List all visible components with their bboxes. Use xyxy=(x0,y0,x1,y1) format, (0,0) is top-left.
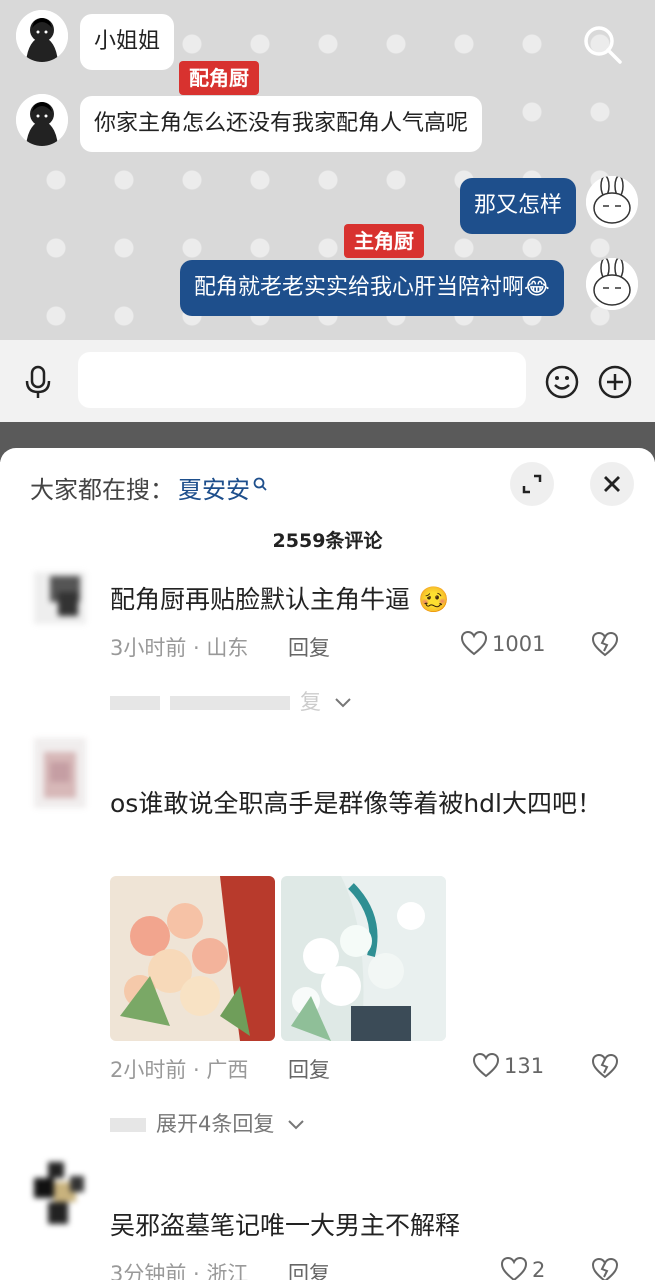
bouquet-image-2[interactable] xyxy=(281,876,446,1041)
comment-text: 吴邪盗墓笔记唯一大男主不解释 xyxy=(110,1211,461,1240)
comment-meta: 3小时前 · 山东 xyxy=(110,636,249,660)
expand-replies-label: 展开4条回复 xyxy=(156,1112,275,1136)
search-icon[interactable] xyxy=(580,22,624,66)
broken-heart-icon[interactable] xyxy=(590,630,620,658)
microphone-icon[interactable] xyxy=(20,364,56,400)
message-bubble[interactable]: 你家主角怎么还没有我家配角人气高呢 xyxy=(80,96,483,152)
like-button[interactable]: 2 xyxy=(500,1256,545,1280)
hot-search-keyword[interactable]: 夏安安 xyxy=(178,476,250,504)
close-icon[interactable] xyxy=(590,462,634,506)
bouquet-image-1[interactable] xyxy=(110,876,275,1041)
like-button[interactable]: 131 xyxy=(472,1052,544,1078)
comment-meta: 2小时前 · 广西 xyxy=(110,1058,249,1082)
broken-heart-icon[interactable] xyxy=(590,1256,620,1280)
comment-meta: 3分钟前 · 浙江 xyxy=(110,1262,249,1280)
message-input-bar xyxy=(0,340,655,422)
broken-heart-icon[interactable] xyxy=(590,1052,620,1080)
role-tag: 主角厨 xyxy=(344,224,424,258)
heart-icon xyxy=(460,630,488,656)
user-avatar[interactable] xyxy=(586,258,638,310)
expand-replies-label: 复 xyxy=(300,690,321,714)
like-button[interactable]: 1001 xyxy=(460,630,545,656)
reply-button[interactable]: 回复 xyxy=(288,632,330,662)
chevron-down-icon xyxy=(334,698,351,708)
commenter-avatar[interactable] xyxy=(34,738,86,808)
like-count: 131 xyxy=(504,1054,545,1078)
hot-search[interactable]: 大家都在搜： 夏安安 xyxy=(30,470,268,505)
sender-avatar[interactable] xyxy=(16,10,68,62)
search-icon xyxy=(252,470,268,491)
comment-count: 2559条评论 xyxy=(272,530,383,552)
reply-button[interactable]: 回复 xyxy=(288,1054,330,1084)
comment-sheet: 大家都在搜： 夏安安 2559条评论 配角厨再贴脸默认主角牛逼 🥴 3小时前 · … xyxy=(0,448,655,1280)
plus-icon[interactable] xyxy=(597,364,633,400)
message-bubble[interactable]: 那又怎样 xyxy=(460,178,577,234)
expand-replies[interactable]: 复 xyxy=(110,686,352,716)
expand-icon[interactable] xyxy=(510,462,554,506)
sender-avatar[interactable] xyxy=(16,94,68,146)
chevron-down-icon xyxy=(288,1120,304,1130)
hot-search-label: 大家都在搜： xyxy=(30,476,174,504)
role-tag: 配角厨 xyxy=(179,61,259,95)
reply-button[interactable]: 回复 xyxy=(288,1258,330,1280)
emoji-icon[interactable] xyxy=(544,364,580,400)
heart-icon xyxy=(500,1256,528,1280)
chat-area: 小姐姐 配角厨 你家主角怎么还没有我家配角人气高呢 那又怎样 主角厨 配角就老老… xyxy=(0,0,655,340)
comment-text: os谁敢说全职高手是群像等着被hdl大四吧！ xyxy=(110,789,602,818)
comment-text: 配角厨再贴脸默认主角牛逼 🥴 xyxy=(110,585,450,614)
heart-icon xyxy=(472,1052,500,1078)
message-bubble[interactable]: 配角就老老实实给我心肝当陪衬啊😂 xyxy=(180,260,564,316)
user-avatar[interactable] xyxy=(586,176,638,228)
message-input[interactable] xyxy=(78,352,526,408)
like-count: 1001 xyxy=(492,632,546,656)
commenter-avatar[interactable] xyxy=(34,572,86,624)
expand-replies[interactable]: 展开4条回复 xyxy=(110,1108,305,1138)
like-count: 2 xyxy=(532,1258,546,1280)
message-bubble[interactable]: 小姐姐 xyxy=(80,14,175,70)
commenter-avatar[interactable] xyxy=(34,1162,86,1226)
